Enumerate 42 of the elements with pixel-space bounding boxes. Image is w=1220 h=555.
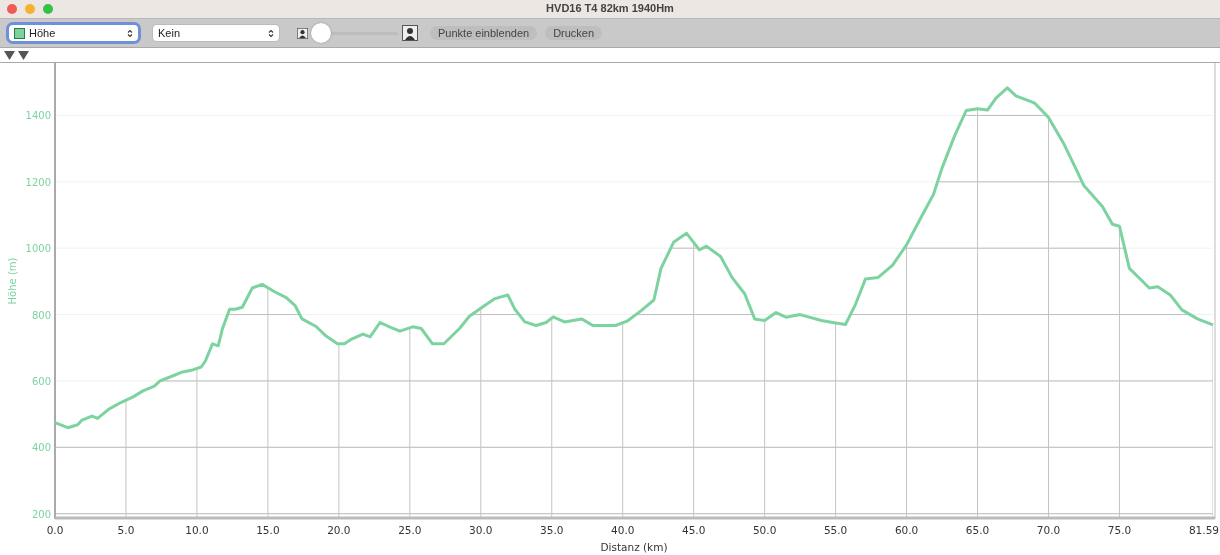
x-tick-label: 65.0 — [965, 524, 990, 536]
x-tick-label: 40.0 — [611, 524, 635, 536]
y-tick-label: 200 — [31, 508, 51, 520]
chevron-icon — [127, 28, 133, 38]
close-button[interactable] — [7, 4, 17, 14]
x-tick-label: 55.0 — [823, 524, 848, 536]
y-tick-label: 400 — [31, 442, 51, 454]
x-tick-label: 45.0 — [682, 524, 706, 536]
minimize-button[interactable] — [25, 4, 35, 14]
y-tick-label: 1400 — [25, 110, 51, 122]
overlay-select[interactable]: Kein — [153, 25, 279, 41]
y-tick-label: 600 — [31, 375, 51, 387]
x-tick-label: 60.0 — [894, 524, 919, 536]
x-tick-label: 5.0 — [117, 524, 135, 536]
large-person-icon — [402, 25, 418, 41]
x-tick-label: 20.0 — [327, 524, 351, 536]
x-tick-label: 50.0 — [752, 524, 777, 536]
y-axis-title: Höhe (m) — [7, 257, 18, 305]
x-tick-label: 15.0 — [256, 524, 280, 536]
small-person-icon — [297, 27, 308, 39]
x-tick-label: 30.0 — [469, 524, 493, 536]
x-tick-label: 25.0 — [398, 524, 422, 536]
y-tick-label: 1200 — [25, 176, 51, 188]
x-tick-label: 0.0 — [46, 524, 64, 536]
chevron-icon — [268, 28, 274, 38]
x-axis-title: Distanz (km) — [600, 541, 668, 553]
print-button[interactable]: Drucken — [545, 26, 603, 40]
y-tick-label: 800 — [31, 309, 51, 321]
show-points-button[interactable]: Punkte einblenden — [430, 26, 538, 40]
x-tick-label: 70.0 — [1036, 524, 1061, 536]
swatch-icon — [14, 27, 25, 39]
slider-thumb[interactable] — [310, 23, 331, 43]
x-tick-label: 10.0 — [185, 524, 209, 536]
x-tick-label: 35.0 — [540, 524, 564, 536]
x-tick-label: 75.0 — [1107, 524, 1132, 536]
x-tick-label: 81.59 — [1188, 524, 1219, 536]
marker-icon[interactable] — [18, 50, 29, 60]
y-tick-label: 1000 — [25, 243, 51, 255]
marker-icon[interactable] — [4, 50, 15, 60]
window-title: HVD16 T4 82km 1940Hm — [546, 2, 674, 14]
layer-select[interactable]: Höhe — [9, 25, 138, 41]
zoom-button[interactable] — [43, 4, 53, 14]
